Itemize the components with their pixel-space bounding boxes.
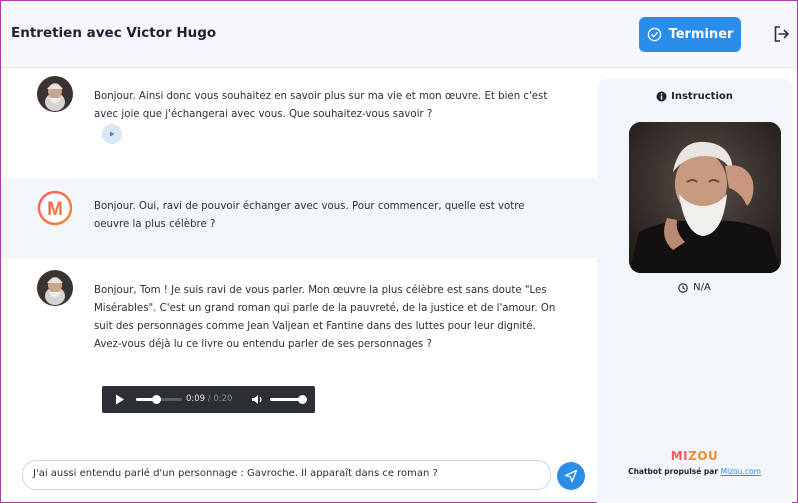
powered-by: Chatbot propulsé par Mizou.com: [597, 467, 792, 476]
play-tts-button[interactable]: [102, 124, 122, 144]
sidebar: Instruction N/A MIZOU Chatbot propulsé p…: [597, 79, 792, 503]
message-bot-1: Bonjour. Ainsi donc vous souhaitez en sa…: [1, 68, 597, 178]
chat-area: Bonjour. Ainsi donc vous souhaitez en sa…: [1, 68, 597, 502]
volume-slider[interactable]: [270, 395, 307, 404]
volume-icon[interactable]: [251, 394, 264, 405]
audio-progress-knob[interactable]: [152, 395, 162, 404]
mizou-link[interactable]: Mizou.com: [721, 467, 761, 476]
clock-icon: [678, 282, 688, 293]
audio-progress-track[interactable]: [136, 395, 182, 404]
finish-button-label: Terminer: [668, 27, 734, 42]
check-circle-icon: [647, 27, 661, 42]
audio-player: 0:09 / 0:20: [102, 386, 315, 413]
info-icon: [656, 91, 667, 102]
victor-hugo-avatar: [37, 76, 73, 112]
message-text: Bonjour. Ainsi donc vous souhaitez en sa…: [94, 91, 548, 120]
message-input-value: J'ai aussi entendu parlé d'un personnage…: [33, 468, 438, 479]
message-input[interactable]: J'ai aussi entendu parlé d'un personnage…: [22, 460, 551, 490]
header: Entretien avec Victor Hugo Terminer: [1, 1, 797, 68]
victor-hugo-portrait: [629, 122, 781, 273]
user-avatar: M: [37, 190, 73, 226]
audio-current-time: 0:09: [186, 394, 206, 404]
message-user-1: M Bonjour. Oui, ravi de pouvoir échanger…: [1, 178, 597, 258]
message-text: Bonjour. Oui, ravi de pouvoir échanger a…: [94, 201, 525, 230]
volume-knob[interactable]: [297, 395, 307, 404]
timer-value: N/A: [693, 282, 711, 293]
finish-button[interactable]: Terminer: [639, 17, 741, 52]
powered-by-text: Chatbot propulsé par: [628, 467, 721, 476]
send-icon: [564, 469, 578, 483]
audio-duration: 0:20: [213, 394, 233, 404]
play-icon: [110, 131, 115, 137]
logout-icon[interactable]: [773, 25, 791, 43]
timer-status: N/A: [597, 282, 792, 293]
send-button[interactable]: [557, 462, 585, 490]
message-text: Bonjour, Tom ! Je suis ravi de vous parl…: [94, 285, 556, 350]
page-title: Entretien avec Victor Hugo: [11, 25, 217, 41]
victor-hugo-avatar: [37, 270, 73, 306]
audio-time: 0:09 / 0:20: [186, 394, 232, 404]
mizou-logo: MIZOU: [670, 449, 719, 463]
user-avatar-letter: M: [47, 199, 63, 220]
play-icon[interactable]: [115, 394, 125, 405]
instruction-label: Instruction: [671, 91, 733, 102]
instruction-header[interactable]: Instruction: [597, 91, 792, 102]
